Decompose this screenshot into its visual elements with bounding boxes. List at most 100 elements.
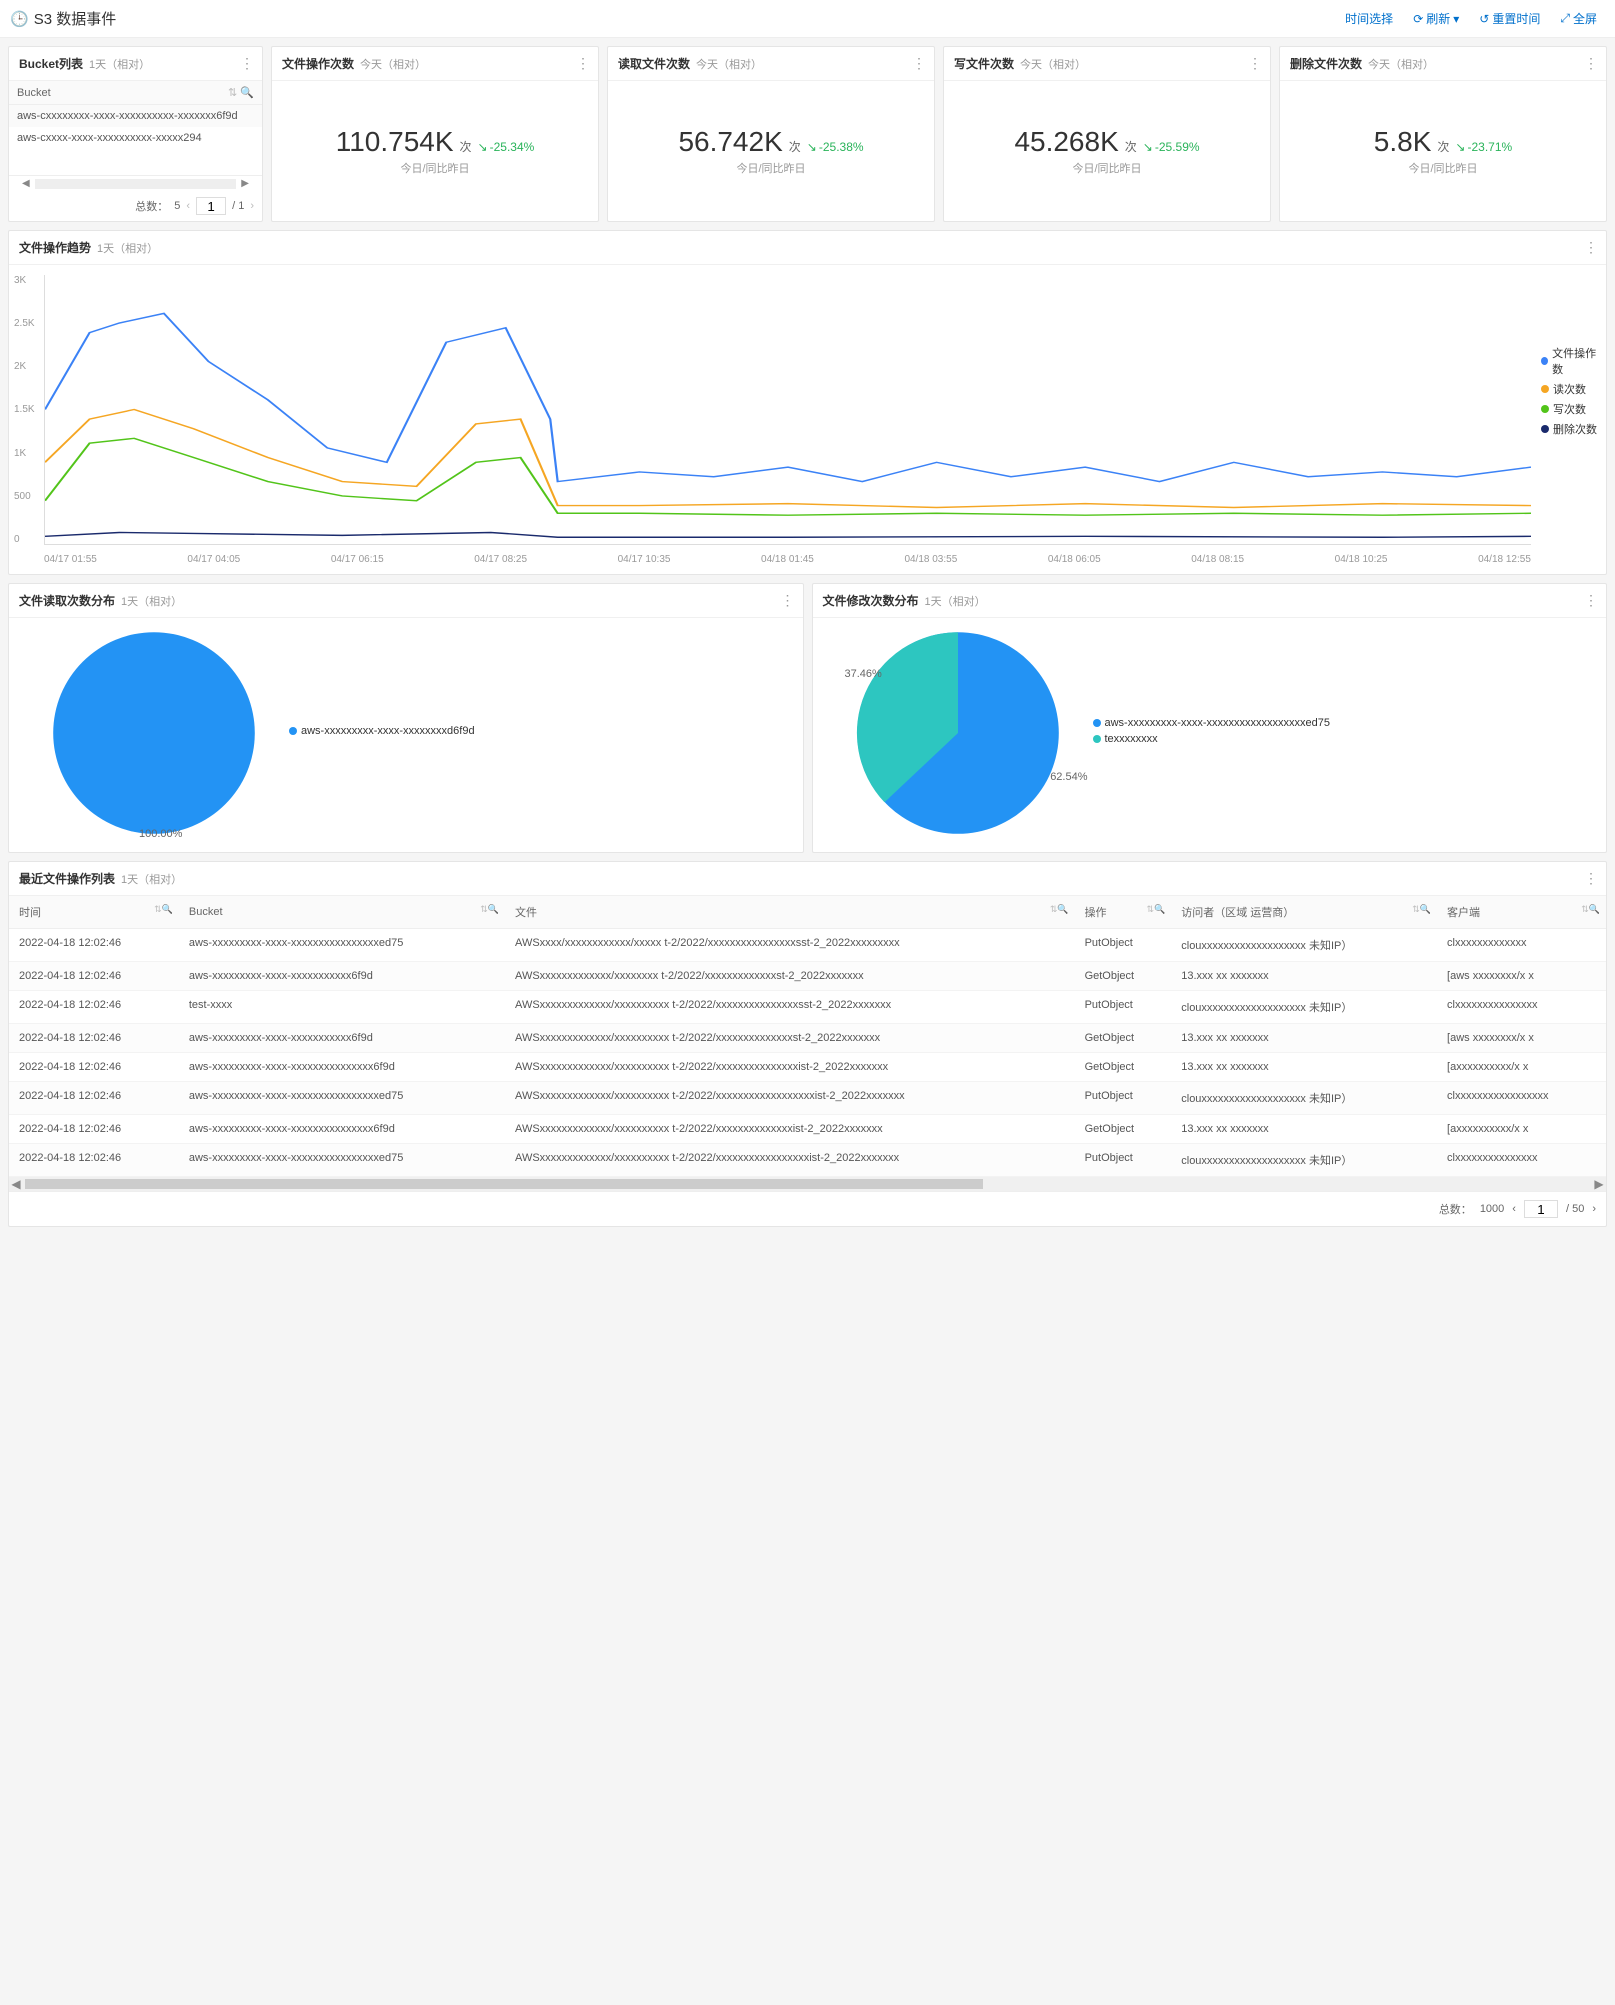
cell-client: clxxxxxxxxxxxxx <box>1437 929 1606 962</box>
table-row[interactable]: 2022-04-18 12:02:46aws-xxxxxxxxx-xxxx-xx… <box>9 1024 1606 1053</box>
panel-title: Bucket列表 <box>19 55 83 72</box>
reset-time-button[interactable]: ↺重置时间 <box>1471 6 1548 31</box>
pager-page-input[interactable] <box>196 197 226 215</box>
more-icon[interactable] <box>1584 870 1598 887</box>
x-axis: 04/17 01:5504/17 04:0504/17 06:1504/17 0… <box>44 554 1531 565</box>
fullscreen-icon: ⤢ <box>1560 11 1570 26</box>
cell-client: [aws xxxxxxxx/x x <box>1437 1024 1606 1053</box>
fullscreen-button[interactable]: ⤢全屏 <box>1552 6 1605 31</box>
table-row[interactable]: 2022-04-18 12:02:46aws-xxxxxxxxx-xxxx-xx… <box>9 1053 1606 1082</box>
cell-file: AWSxxxxxxxxxxxxx/xxxxxxxxxx t-2/2022/xxx… <box>505 1115 1075 1144</box>
pie-legend: aws-xxxxxxxxx-xxxx-xxxxxxxxxxxxxxxxxxed7… <box>1063 717 1597 749</box>
cell-bucket: aws-xxxxxxxxx-xxxx-xxxxxxxxxxx6f9d <box>179 962 505 991</box>
scroll-right-icon[interactable]: ▶ <box>236 178 254 189</box>
more-icon[interactable] <box>1584 592 1598 609</box>
bucket-item[interactable]: aws-cxxxxxxxx-xxxx-xxxxxxxxxx-xxxxxxx6f9… <box>9 105 262 127</box>
table-row[interactable]: 2022-04-18 12:02:46test-xxxxAWSxxxxxxxxx… <box>9 991 1606 1024</box>
cell-client: clxxxxxxxxxxxxxxx <box>1437 1144 1606 1177</box>
pager-next-icon[interactable]: › <box>250 200 254 212</box>
more-icon[interactable] <box>1248 55 1262 72</box>
pie-legend: aws-xxxxxxxxx-xxxx-xxxxxxxxd6f9d <box>259 725 793 741</box>
cell-file: AWSxxxxxxxxxxxxx/xxxxxxxxxx t-2/2022/xxx… <box>505 1144 1075 1177</box>
y-axis: 3K2.5K2K1.5K1K5000 <box>14 275 35 545</box>
time-select-button[interactable]: 时间选择 <box>1337 6 1401 31</box>
cell-bucket: aws-xxxxxxxxx-xxxx-xxxxxxxxxxxxxxxxed75 <box>179 1082 505 1115</box>
col-time[interactable]: 时间⇅🔍 <box>9 896 179 929</box>
cell-bucket: aws-xxxxxxxxx-xxxx-xxxxxxxxxxxxxxxxed75 <box>179 929 505 962</box>
table-header-row: 时间⇅🔍 Bucket⇅🔍 文件⇅🔍 操作⇅🔍 访问者（区域 运营商）⇅🔍 客户… <box>9 896 1606 929</box>
pie-read-chart[interactable]: 100.00% <box>49 628 259 838</box>
pager-next-icon[interactable]: › <box>1592 1203 1596 1215</box>
col-file[interactable]: 文件⇅🔍 <box>505 896 1075 929</box>
cell-time: 2022-04-18 12:02:46 <box>9 1082 179 1115</box>
scroll-left-icon[interactable]: ◀ <box>9 1177 23 1191</box>
table-row[interactable]: 2022-04-18 12:02:46aws-xxxxxxxxx-xxxx-xx… <box>9 1115 1606 1144</box>
table-row[interactable]: 2022-04-18 12:02:46aws-xxxxxxxxx-xxxx-xx… <box>9 1144 1606 1177</box>
cell-client: [aws xxxxxxxx/x x <box>1437 962 1606 991</box>
cell-op: GetObject <box>1075 1115 1172 1144</box>
cell-client: clxxxxxxxxxxxxxxx <box>1437 991 1606 1024</box>
bucket-item[interactable]: aws-cxxxx-xxxx-xxxxxxxxxx-xxxxx294 <box>9 127 262 149</box>
more-icon[interactable] <box>1584 55 1598 72</box>
table-row[interactable]: 2022-04-18 12:02:46aws-xxxxxxxxx-xxxx-xx… <box>9 962 1606 991</box>
cell-file: AWSxxxxxxxxxxxxx/xxxxxxxxxx t-2/2022/xxx… <box>505 1024 1075 1053</box>
trend-down-icon: ↘-25.59% <box>1143 140 1200 154</box>
table-row[interactable]: 2022-04-18 12:02:46aws-xxxxxxxxx-xxxx-xx… <box>9 929 1606 962</box>
cell-visitor: 13.xxx xx xxxxxxx <box>1171 1053 1437 1082</box>
trend-down-icon: ↘-23.71% <box>1455 140 1512 154</box>
scroll-left-icon[interactable]: ◀ <box>17 178 35 189</box>
cell-bucket: test-xxxx <box>179 991 505 1024</box>
cell-client: clxxxxxxxxxxxxxxxxx <box>1437 1082 1606 1115</box>
more-icon[interactable] <box>240 55 254 72</box>
metric-value: 5.8K <box>1374 126 1432 158</box>
trend-chart[interactable]: 3K2.5K2K1.5K1K5000 04/17 01:5504/17 04:0… <box>9 265 1536 570</box>
cell-bucket: aws-xxxxxxxxx-xxxx-xxxxxxxxxxx6f9d <box>179 1024 505 1053</box>
cell-file: AWSxxxxxxxxxxxxx/xxxxxxxx t-2/2022/xxxxx… <box>505 962 1075 991</box>
cell-op: GetObject <box>1075 1053 1172 1082</box>
cell-visitor: clouxxxxxxxxxxxxxxxxxxx 未知IP） <box>1171 991 1437 1024</box>
pie-modify-panel: 文件修改次数分布1天（相对） 37.46% 62.54% aws-xxxxxxx… <box>812 583 1608 853</box>
cell-visitor: clouxxxxxxxxxxxxxxxxxxx 未知IP） <box>1171 1082 1437 1115</box>
table-row[interactable]: 2022-04-18 12:02:46aws-xxxxxxxxx-xxxx-xx… <box>9 1082 1606 1115</box>
sort-search-icon[interactable]: ⇅ 🔍 <box>228 86 254 99</box>
table-h-scrollbar[interactable]: ◀ ▶ <box>9 1177 1606 1191</box>
metric-value: 110.754K <box>336 126 454 158</box>
metric-file-ops: 文件操作次数今天（相对） 110.754K次↘-25.34% 今日/同比昨日 <box>271 46 599 222</box>
more-icon[interactable] <box>576 55 590 72</box>
col-client[interactable]: 客户端⇅🔍 <box>1437 896 1606 929</box>
scroll-right-icon[interactable]: ▶ <box>1592 1177 1606 1191</box>
panel-subtitle: 1天（相对） <box>89 56 150 72</box>
cell-time: 2022-04-18 12:02:46 <box>9 929 179 962</box>
metric-delete-ops: 删除文件次数今天（相对） 5.8K次↘-23.71% 今日/同比昨日 <box>1279 46 1607 222</box>
more-icon[interactable] <box>912 55 926 72</box>
col-visitor[interactable]: 访问者（区域 运营商）⇅🔍 <box>1171 896 1437 929</box>
metric-write-ops: 写文件次数今天（相对） 45.268K次↘-25.59% 今日/同比昨日 <box>943 46 1271 222</box>
cell-time: 2022-04-18 12:02:46 <box>9 962 179 991</box>
cell-op: PutObject <box>1075 1144 1172 1177</box>
metric-value: 45.268K <box>1014 126 1118 158</box>
cell-op: GetObject <box>1075 1024 1172 1053</box>
cell-time: 2022-04-18 12:02:46 <box>9 991 179 1024</box>
bucket-column-header: Bucket ⇅ 🔍 <box>9 81 262 105</box>
pager-page-input[interactable] <box>1524 1200 1558 1218</box>
pie-modify-chart[interactable]: 37.46% 62.54% <box>853 628 1063 838</box>
cell-bucket: aws-xxxxxxxxx-xxxx-xxxxxxxxxxxxxxxxed75 <box>179 1144 505 1177</box>
more-icon[interactable] <box>1584 239 1598 256</box>
clock-icon: 🕒 <box>10 10 29 28</box>
pager-prev-icon[interactable]: ‹ <box>1512 1203 1516 1215</box>
col-op[interactable]: 操作⇅🔍 <box>1075 896 1172 929</box>
cell-visitor: 13.xxx xx xxxxxxx <box>1171 962 1437 991</box>
bucket-list-panel: Bucket列表 1天（相对） Bucket ⇅ 🔍 aws-cxxxxxxxx… <box>8 46 263 222</box>
refresh-button[interactable]: ⟳刷新 ▾ <box>1405 6 1467 31</box>
page-title: 🕒 S3 数据事件 <box>10 8 116 29</box>
more-icon[interactable] <box>781 592 795 609</box>
cell-time: 2022-04-18 12:02:46 <box>9 1024 179 1053</box>
table-pager: 总数： 1000 ‹ / 50 › <box>9 1191 1606 1226</box>
cell-client: [axxxxxxxxxx/x x <box>1437 1053 1606 1082</box>
horizontal-scrollbar[interactable]: ◀ ▶ <box>9 175 262 191</box>
cell-time: 2022-04-18 12:02:46 <box>9 1053 179 1082</box>
cell-visitor: clouxxxxxxxxxxxxxxxxxxx 未知IP） <box>1171 929 1437 962</box>
col-bucket[interactable]: Bucket⇅🔍 <box>179 896 505 929</box>
pager-prev-icon[interactable]: ‹ <box>186 200 190 212</box>
bucket-list[interactable]: aws-cxxxxxxxx-xxxx-xxxxxxxxxx-xxxxxxx6f9… <box>9 105 262 175</box>
